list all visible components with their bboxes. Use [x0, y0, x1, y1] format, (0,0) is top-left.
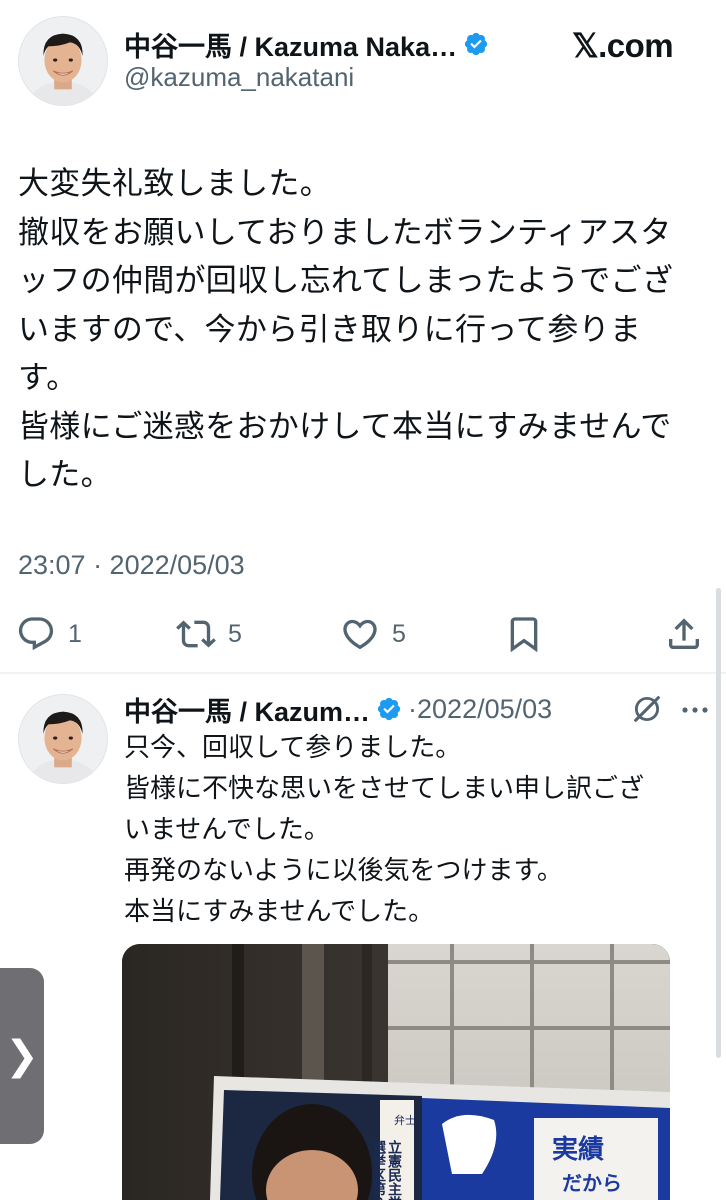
reply-icon [16, 614, 56, 654]
poster-sub-text: だから [562, 1171, 622, 1195]
reply-date[interactable]: ·2022/05/03 [408, 694, 552, 725]
reply-text-line: いませんでした。 [124, 815, 330, 845]
author-handle[interactable]: @kazuma_nakatani [124, 62, 354, 93]
share-icon [664, 614, 704, 654]
grok-icon[interactable] [630, 692, 664, 726]
author-name[interactable]: 中谷一馬 / Kazuma Naka… [124, 25, 457, 64]
like-button[interactable]: 5 [340, 606, 406, 662]
heart-icon [340, 614, 380, 654]
tweet-text-line: 皆様にご迷惑をおかけして本当にすみませんで [18, 408, 672, 445]
tweet-text: 大変失礼致しました。 撤収をお願いしておりましたボランティアスタ ッフの仲間が回… [18, 160, 718, 500]
more-options-icon[interactable] [680, 698, 710, 722]
reply-text-line: 再発のないように以後気をつけます。 [124, 856, 563, 886]
tweet-text-line: す。 [18, 360, 78, 396]
poster-party-text: 立憲民主党 神奈 [386, 1139, 403, 1200]
side-drawer-handle[interactable]: ❯ [0, 968, 44, 1144]
bookmark-icon [504, 614, 544, 654]
retweet-count: 5 [228, 619, 242, 648]
reply-text-line: 皆様に不快な思いをさせてしまい申し訳ござ [124, 774, 645, 804]
like-count: 5 [392, 619, 406, 648]
reply-text: 只今、回収して参りました。 皆様に不快な思いをさせてしまい申し訳ござ いませんで… [124, 728, 714, 933]
verified-badge-icon [463, 31, 489, 57]
reply-text-line: 本当にすみませんでした。 [124, 897, 435, 927]
reply-media-photo[interactable]: 弁士 立憲民主党 神奈 選挙区第３総支 実績 だから [122, 944, 670, 1200]
x-brand-logo: 𝕏.com [572, 27, 674, 64]
tweet-text-line: 撤収をお願いしておりましたボランティアスタ [18, 214, 672, 251]
retweet-button[interactable]: 5 [176, 606, 242, 662]
author-name-row: 中谷一馬 / Kazuma Naka… [124, 24, 489, 64]
verified-badge-icon [376, 696, 402, 722]
tweet-divider [0, 672, 726, 674]
tweet-text-line: 大変失礼致しました。 [18, 166, 331, 202]
tweet-text-line: した。 [18, 457, 112, 493]
bookmark-button[interactable] [504, 606, 544, 662]
reply-header: 中谷一馬 / Kazum… ·2022/05/03 [124, 688, 552, 730]
share-button[interactable] [664, 606, 704, 662]
main-tweet: 中谷一馬 / Kazuma Naka… @kazuma_nakatani 𝕏.c… [0, 0, 726, 672]
reply-author-name[interactable]: 中谷一馬 / Kazum… [124, 690, 370, 729]
reply-author-avatar[interactable] [18, 694, 108, 784]
poster-district-text: 選挙区第３総支 [370, 1140, 387, 1200]
tweet-timestamp[interactable]: 23:07 · 2022/05/03 [18, 550, 245, 581]
reply-button[interactable]: 1 [16, 606, 82, 662]
scrollbar[interactable] [716, 588, 721, 1058]
tweet-text-line: ッフの仲間が回収し忘れてしまったようでござ [18, 263, 674, 299]
author-avatar[interactable] [18, 16, 108, 106]
reply-text-line: 只今、回収して参りました。 [124, 733, 462, 763]
poster-headline-text: 実績 [552, 1134, 604, 1165]
poster-small-text: 弁士 [394, 1113, 416, 1127]
reply-count: 1 [68, 619, 82, 648]
tweet-text-line: いますので、今から引き取りに行って参りま [18, 311, 642, 348]
tweet-action-bar: 1 5 5 [0, 606, 726, 662]
retweet-icon [176, 614, 216, 654]
chevron-right-icon: ❯ [5, 1033, 39, 1079]
